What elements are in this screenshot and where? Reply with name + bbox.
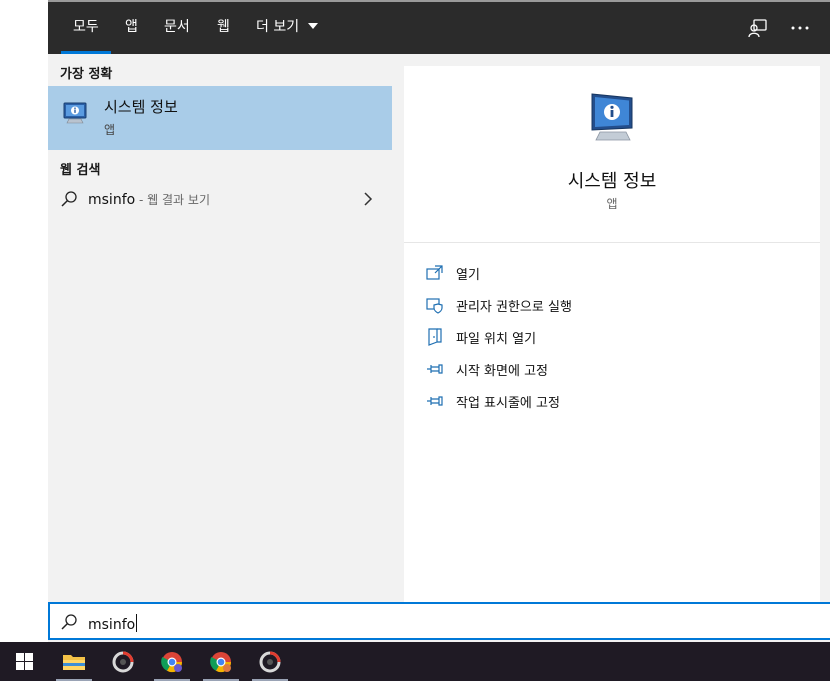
preview-divider	[404, 242, 820, 243]
taskbar-chrome-2[interactable]	[197, 642, 245, 681]
best-match-result[interactable]: 시스템 정보 앱	[48, 86, 392, 150]
search-header: 모두 앱 문서 웹 더 보기	[48, 2, 830, 54]
pin-icon	[427, 396, 443, 406]
tab-documents-label: 문서	[164, 19, 190, 35]
chrome-icon	[161, 651, 183, 672]
preview-title: 시스템 정보	[567, 171, 657, 192]
system-information-large-icon	[591, 93, 633, 141]
tab-all[interactable]: 모두	[61, 2, 111, 54]
action-pin-to-start-label: 시작 화면에 고정	[456, 364, 548, 379]
folder-icon	[63, 654, 85, 670]
tab-web-label: 웹	[217, 19, 230, 35]
web-search-query: msinfo - 웹 결과 보기	[88, 191, 210, 208]
web-search-result[interactable]: msinfo - 웹 결과 보기	[48, 185, 392, 215]
file-location-icon	[428, 328, 442, 346]
more-options-button[interactable]	[788, 16, 812, 40]
preview-subtitle: 앱	[606, 197, 618, 211]
system-information-icon	[63, 102, 87, 124]
taskbar	[0, 642, 830, 681]
app-ring-icon	[259, 651, 281, 672]
taskbar-app-2[interactable]	[246, 642, 294, 681]
more-icon	[791, 26, 809, 30]
search-input[interactable]: msinfo	[88, 614, 138, 633]
app-ring-icon	[112, 651, 134, 672]
web-query-suffix: - 웹 결과 보기	[135, 193, 210, 207]
taskbar-chrome-1[interactable]	[148, 642, 196, 681]
taskbar-file-explorer[interactable]	[50, 642, 98, 681]
active-tab-indicator	[61, 51, 111, 54]
web-search-heading: 웹 검색	[60, 163, 101, 178]
tab-more[interactable]: 더 보기	[256, 2, 318, 54]
chevron-right-icon[interactable]	[362, 191, 374, 207]
tab-more-label: 더 보기	[256, 19, 300, 35]
open-icon	[426, 265, 443, 280]
action-run-as-admin-label: 관리자 권한으로 실행	[456, 300, 572, 315]
tab-documents[interactable]: 문서	[164, 2, 190, 54]
feedback-icon	[748, 19, 767, 38]
search-box[interactable]: msinfo	[48, 602, 830, 640]
search-input-value: msinfo	[88, 617, 136, 633]
tab-all-label: 모두	[73, 19, 99, 35]
preview-pane: 시스템 정보 앱 열기 관리자 권한으로 실행 파일 위치 열기 시작 화면에 …	[404, 66, 820, 602]
action-open-label: 열기	[456, 268, 480, 283]
run-as-admin-icon	[426, 298, 443, 314]
dropdown-arrow-icon	[307, 23, 318, 29]
best-match-heading: 가장 정확	[60, 67, 113, 82]
best-match-type: 앱	[104, 123, 116, 137]
windows-logo-icon	[15, 653, 33, 670]
feedback-button[interactable]	[746, 16, 770, 40]
desktop-edge	[0, 0, 48, 642]
text-caret	[136, 614, 138, 632]
search-panel: 모두 앱 문서 웹 더 보기 가장 정확 시스템 정보 앱 웹 검색 msinf…	[48, 2, 830, 642]
search-icon	[61, 191, 77, 207]
search-icon	[61, 614, 77, 630]
best-match-name: 시스템 정보	[104, 98, 178, 116]
action-open-file-location-label: 파일 위치 열기	[456, 332, 537, 347]
action-pin-to-taskbar-label: 작업 표시줄에 고정	[456, 396, 560, 411]
tab-apps[interactable]: 앱	[125, 2, 138, 54]
pin-icon	[427, 364, 443, 374]
tab-web[interactable]: 웹	[217, 2, 230, 54]
taskbar-app-1[interactable]	[99, 642, 147, 681]
tab-apps-label: 앱	[125, 19, 138, 35]
web-query-text: msinfo	[88, 192, 136, 208]
start-button[interactable]	[0, 642, 48, 681]
chrome-icon	[210, 651, 232, 672]
